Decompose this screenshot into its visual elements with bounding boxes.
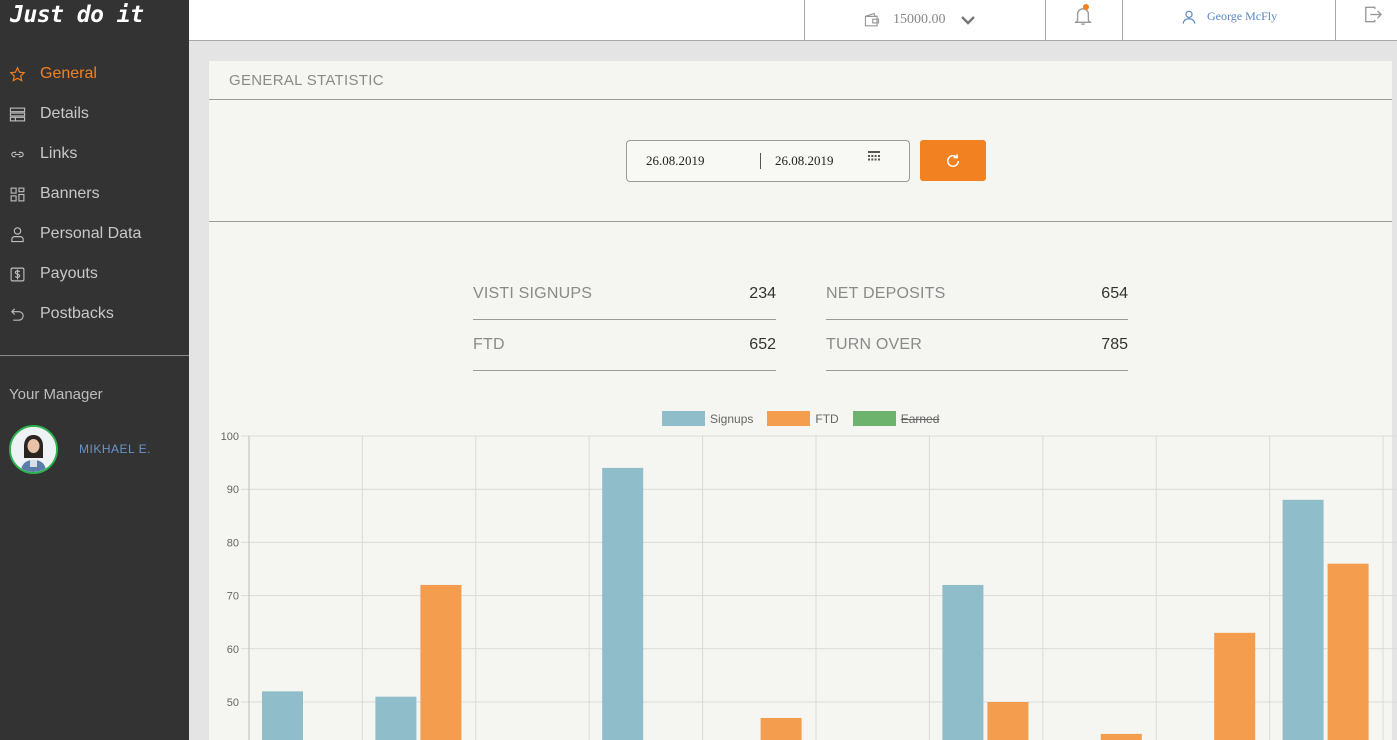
- panel-title: GENERAL STATISTIC: [209, 61, 1392, 100]
- refresh-button[interactable]: [920, 140, 986, 181]
- bar-ftd[interactable]: [1327, 563, 1369, 740]
- topbar-separator: [1045, 0, 1046, 41]
- sidebar-item-label: Links: [40, 145, 78, 162]
- user-menu[interactable]: George McFly: [1182, 0, 1277, 33]
- stat-value: 234: [749, 285, 776, 302]
- sidebar-item-links[interactable]: Links: [0, 134, 189, 174]
- balance-dropdown[interactable]: 15000.00: [863, 0, 976, 40]
- user-icon: [8, 225, 26, 243]
- sidebar-item-label: Postbacks: [40, 305, 114, 322]
- y-tick-label: 50: [227, 697, 239, 709]
- bar-ftd[interactable]: [1100, 733, 1142, 740]
- stat-label: VISTI SIGNUPS: [473, 285, 593, 302]
- sidebar-item-label: Details: [40, 105, 89, 122]
- bar-signups[interactable]: [942, 584, 984, 740]
- return-icon: [8, 305, 26, 323]
- logout-icon[interactable]: [1364, 6, 1382, 23]
- sidebar-item-personal-data[interactable]: Personal Data: [0, 214, 189, 254]
- sidebar-item-general[interactable]: General: [0, 54, 189, 94]
- manager-avatar[interactable]: [9, 425, 58, 474]
- date-separator: [760, 153, 761, 169]
- sidebar-divider: [0, 355, 189, 356]
- top-bar: 15000.00 George McFly: [189, 0, 1397, 41]
- y-tick-label: 100: [221, 431, 239, 443]
- refresh-icon: [947, 153, 959, 167]
- y-tick-label: 90: [227, 484, 239, 496]
- manager-name[interactable]: MIKHAEL E.: [79, 442, 151, 456]
- topbar-separator: [804, 0, 805, 41]
- y-tick-label: 70: [227, 591, 239, 603]
- app-logo[interactable]: Just do it: [10, 2, 144, 28]
- sidebar-item-label: Payouts: [40, 265, 98, 282]
- calendar-icon[interactable]: [868, 151, 880, 163]
- stat-label: NET DEPOSITS: [826, 285, 946, 302]
- details-icon: [8, 105, 26, 123]
- y-tick-label: 80: [227, 537, 239, 549]
- stat-value: 652: [749, 336, 776, 353]
- star-icon: [8, 65, 26, 83]
- user-name: George McFly: [1207, 9, 1278, 23]
- sidebar-item-postbacks[interactable]: Postbacks: [0, 294, 189, 334]
- topbar-separator: [1335, 0, 1336, 41]
- chevron-down-icon: [960, 16, 975, 25]
- link-icon: [8, 145, 26, 163]
- bar-signups[interactable]: [375, 696, 417, 740]
- stat-net-deposits: NET DEPOSITS 654: [826, 269, 1128, 320]
- bar-ftd[interactable]: [987, 702, 1029, 740]
- bar-signups[interactable]: [602, 467, 644, 740]
- stat-turn-over: TURN OVER 785: [826, 320, 1128, 371]
- dollar-icon: [8, 265, 26, 283]
- banners-icon: [8, 185, 26, 203]
- date-from[interactable]: 26.08.2019: [646, 153, 705, 169]
- sidebar-item-banners[interactable]: Banners: [0, 174, 189, 214]
- stat-label: TURN OVER: [826, 336, 923, 353]
- stat-value: 654: [1101, 285, 1128, 302]
- bar-signups[interactable]: [262, 691, 303, 740]
- stat-label: FTD: [473, 336, 505, 353]
- sidebar: Just do it General Details Links Banners: [0, 0, 189, 740]
- balance-value: 15000.00: [893, 12, 946, 27]
- chart-plot: 100 90 80 70 60 50: [221, 431, 1397, 740]
- stat-visit-signups: VISTI SIGNUPS 234: [473, 269, 776, 320]
- bar-signups[interactable]: [1282, 499, 1324, 740]
- user-icon: [1182, 10, 1196, 24]
- date-to[interactable]: 26.08.2019: [775, 153, 834, 169]
- sidebar-item-details[interactable]: Details: [0, 94, 189, 134]
- manager-title: Your Manager: [9, 386, 103, 403]
- sidebar-nav: General Details Links Banners Personal D…: [0, 54, 189, 334]
- sidebar-item-label: General: [40, 65, 97, 82]
- date-filter: 26.08.2019 26.08.2019: [209, 100, 1392, 222]
- stat-ftd: FTD 652: [473, 320, 776, 371]
- bar-ftd[interactable]: [760, 717, 802, 740]
- stat-value: 785: [1101, 336, 1128, 353]
- topbar-separator: [1122, 0, 1123, 41]
- bar-ftd[interactable]: [420, 584, 462, 740]
- y-tick-label: 60: [227, 644, 239, 656]
- bar-ftd[interactable]: [1214, 632, 1256, 740]
- wallet-icon: [864, 12, 880, 27]
- sidebar-item-label: Personal Data: [40, 225, 142, 242]
- notification-badge: [1083, 4, 1089, 10]
- sidebar-item-payouts[interactable]: Payouts: [0, 254, 189, 294]
- sidebar-item-label: Banners: [40, 185, 100, 202]
- statistic-chart: Signups FTD Earned 100 90 80 70 60 50: [189, 400, 1397, 740]
- date-range-picker[interactable]: 26.08.2019 26.08.2019: [626, 140, 910, 182]
